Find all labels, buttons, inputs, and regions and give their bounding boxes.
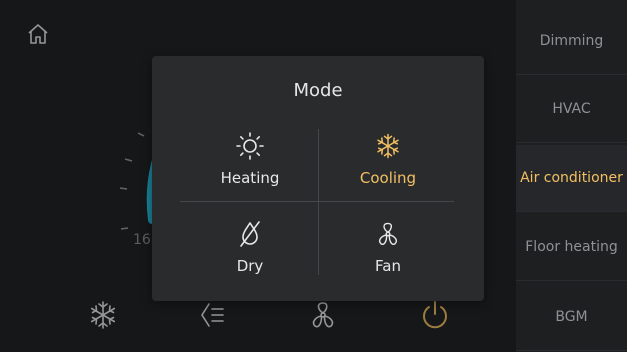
mode-option-heating[interactable]: Heating [180, 131, 320, 195]
snowflake-icon [377, 133, 399, 159]
option-label: Heating [220, 169, 280, 187]
sidebar-item-label: Dimming [539, 32, 604, 49]
sidebar-item-label: Floor heating [525, 238, 618, 255]
sidebar: Dimming HVAC Air conditioner Floor heati… [516, 0, 627, 352]
mode-option-cooling[interactable]: Cooling [318, 131, 458, 195]
main-panel: 16 Mode Heating Cooling Dry Fan [0, 0, 516, 352]
mode-option-fan[interactable]: Fan [318, 219, 458, 283]
app-screen: 16 Mode Heating Cooling Dry Fan Dimming … [0, 0, 627, 352]
dry-icon [240, 221, 260, 247]
sidebar-item-bgm[interactable]: BGM [516, 284, 627, 351]
dialog-title: Mode [293, 80, 343, 101]
mode-dialog: Mode Heating Cooling Dry Fan [152, 56, 484, 301]
sidebar-item-dimming[interactable]: Dimming [516, 8, 627, 75]
fan-icon [378, 222, 398, 246]
sidebar-item-floor-heating[interactable]: Floor heating [516, 214, 627, 281]
sun-icon [236, 132, 264, 160]
sidebar-item-label: BGM [555, 308, 588, 325]
option-label: Dry [236, 257, 264, 275]
sidebar-item-label: Air conditioner [520, 169, 623, 186]
option-label: Cooling [359, 169, 417, 187]
sidebar-item-label: HVAC [552, 100, 591, 117]
mode-option-dry[interactable]: Dry [180, 219, 320, 283]
sidebar-item-air-conditioner[interactable]: Air conditioner [516, 145, 627, 212]
sidebar-item-hvac[interactable]: HVAC [516, 76, 627, 143]
option-label: Fan [375, 257, 401, 275]
divider [180, 201, 454, 202]
